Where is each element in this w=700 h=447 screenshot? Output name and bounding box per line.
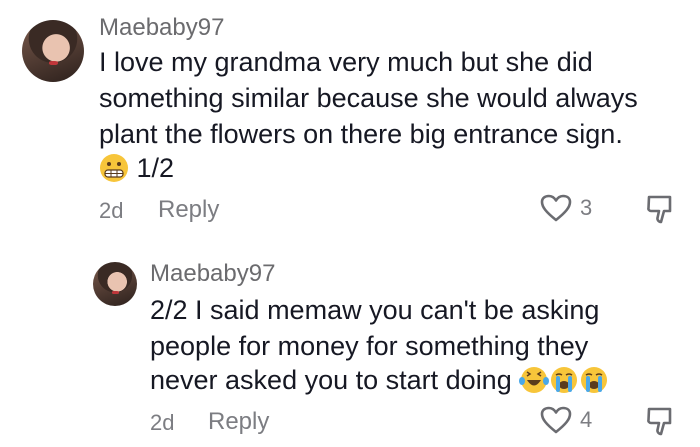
reply-button[interactable]: Reply <box>208 408 269 436</box>
comment-text-part: 1/2 <box>136 153 175 183</box>
heart-outline-icon <box>540 406 572 434</box>
avatar[interactable] <box>22 20 84 82</box>
comment: Maebaby97 I love my grandma very much bu… <box>0 0 700 240</box>
reply-button[interactable]: Reply <box>158 196 219 224</box>
comment-username[interactable]: Maebaby97 <box>150 260 275 288</box>
comment-text-line: plant the flowers on there big entrance … <box>99 119 623 149</box>
loudly-crying-face-emoji <box>551 367 578 393</box>
comment-username[interactable]: Maebaby97 <box>99 14 224 42</box>
comment-text-line-4: 1/2 <box>99 150 174 186</box>
comment-text-line: 2/2 I said memaw you can't be asking <box>150 295 600 325</box>
comment-text-line: people for money for something they <box>150 331 589 361</box>
comment-text-line-3: never asked you to start doing <box>150 362 609 398</box>
like-count: 4 <box>580 407 593 432</box>
like-count: 3 <box>580 195 593 220</box>
comment-text-part: never asked you to start doing <box>150 365 512 395</box>
laughing-tears-emoji <box>519 367 550 393</box>
reply-comment: Maebaby97 2/2 I said memaw you can't be … <box>0 240 700 447</box>
thumbs-down-icon[interactable] <box>644 192 678 226</box>
thumbs-down-icon[interactable] <box>644 404 678 438</box>
comment-age: 2d <box>99 198 124 223</box>
like-button[interactable]: 4 <box>540 406 592 434</box>
comment-text-line: I love my grandma very much but she did <box>99 47 593 77</box>
avatar[interactable] <box>93 262 137 306</box>
loudly-crying-face-emoji <box>581 367 608 393</box>
comment-text-line: something similar because she would alwa… <box>99 83 638 113</box>
like-button[interactable]: 3 <box>540 194 592 222</box>
grimacing-face-emoji <box>100 154 128 182</box>
heart-outline-icon <box>540 194 572 222</box>
comment-age: 2d <box>150 410 175 435</box>
